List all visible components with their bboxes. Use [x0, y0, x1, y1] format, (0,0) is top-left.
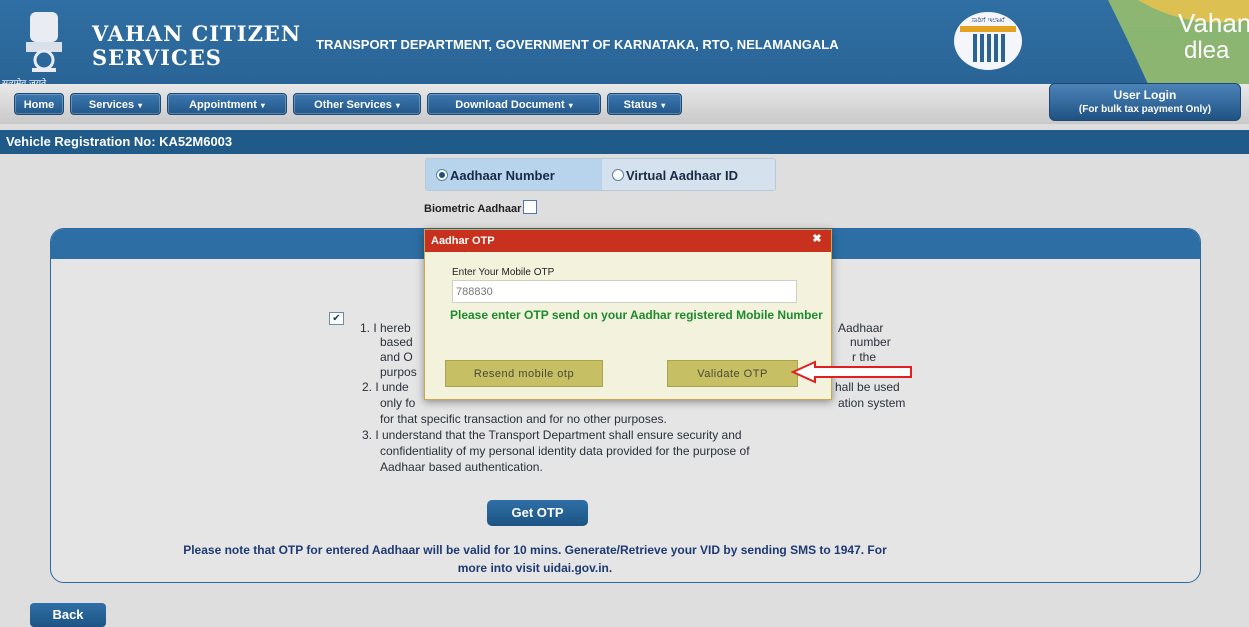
nav-download-document[interactable]: Download Document ▾: [427, 93, 601, 115]
consent-line-7: for that specific transaction and for no…: [380, 412, 667, 426]
consent-line-3-left: and O: [380, 350, 413, 364]
consent-line-4-left: purpos: [380, 365, 417, 379]
consent-line-2-right: number: [850, 335, 891, 349]
chevron-down-icon: ▾: [138, 101, 143, 110]
chevron-down-icon: ▾: [661, 101, 666, 110]
chevron-down-icon: ▾: [568, 101, 573, 110]
user-login-sublabel: (For bulk tax payment Only): [1078, 104, 1212, 115]
department-title: TRANSPORT DEPARTMENT, GOVERNMENT OF KARN…: [316, 37, 839, 52]
consent-line-6-left: only fo: [380, 396, 416, 410]
nav-home-label: Home: [23, 99, 55, 111]
aadhar-otp-dialog: Aadhar OTP ✖ Enter Your Mobile OTP Pleas…: [424, 229, 832, 400]
checkmark-icon: ✔: [332, 313, 341, 324]
vahan-corner-logo: Vahan dlea: [1108, 0, 1249, 84]
consent-line-2-left: based: [380, 335, 413, 349]
nav-status[interactable]: Status ▾: [607, 93, 682, 115]
otp-input[interactable]: [452, 280, 797, 303]
radio-aadhaar-number[interactable]: Aadhaar Number: [426, 159, 602, 190]
otp-validity-note-line-1: Please note that OTP for entered Aadhaar…: [183, 543, 887, 557]
nav-appointment[interactable]: Appointment ▾: [167, 93, 287, 115]
otp-instruction-message: Please enter OTP send on your Aadhar reg…: [450, 308, 823, 322]
get-otp-button[interactable]: Get OTP: [487, 500, 588, 526]
radio-aadhaar-number-label: Aadhaar Number: [450, 168, 555, 183]
nav-home[interactable]: Home: [14, 93, 64, 115]
validate-otp-button[interactable]: Validate OTP: [667, 360, 798, 387]
resend-otp-button[interactable]: Resend mobile otp: [445, 360, 603, 387]
brand-line-2: SERVICES: [92, 45, 222, 70]
back-button[interactable]: Back: [30, 603, 106, 627]
nav-status-label: Status: [623, 99, 658, 111]
vahan-logo-icon: Vahan dlea: [1108, 0, 1249, 84]
consent-line-6-right: ation system: [838, 396, 906, 410]
otp-field-label: Enter Your Mobile OTP: [452, 267, 555, 278]
vehicle-registration-bar: Vehicle Registration No: KA52M6003: [0, 130, 1249, 154]
close-icon[interactable]: ✖: [811, 233, 823, 245]
consent-line-8: 3. I understand that the Transport Depar…: [362, 428, 742, 442]
consent-line-10: Aadhaar based authentication.: [380, 460, 543, 474]
corner-logo-text: Vahan: [1178, 8, 1249, 38]
otp-validity-note: Please note that OTP for entered Aadhaar…: [60, 541, 1010, 577]
otp-validity-note-line-2: more into visit uidai.gov.in.: [457, 561, 613, 575]
nav-download-document-label: Download Document: [455, 99, 565, 111]
consent-checkbox[interactable]: ✔: [329, 312, 344, 325]
site-header: सत्यमेव जयते VAHAN CITIZEN SERVICES TRAN…: [0, 0, 1249, 89]
brand-line-1: VAHAN CITIZEN: [92, 21, 302, 46]
national-emblem-icon: [26, 12, 62, 72]
corner-logo-sub: dlea: [1184, 37, 1230, 64]
radio-virtual-aadhaar-id-label: Virtual Aadhaar ID: [626, 168, 738, 183]
dialog-title: Aadhar OTP: [425, 230, 831, 252]
transport-seal-logo: ಸಾರಿಗೆ ಇಲಾಖೆ: [948, 10, 1028, 72]
consent-line-9: confidentiality of my personal identity …: [380, 444, 750, 458]
auth-type-radio-group: Aadhaar Number Virtual Aadhaar ID: [425, 158, 776, 191]
biometric-aadhaar-checkbox[interactable]: [523, 200, 538, 214]
radio-unselected-icon: [612, 169, 624, 181]
chevron-down-icon: ▾: [395, 101, 400, 110]
seal-label: ಸಾರಿಗೆ ಇಲಾಖೆ: [971, 16, 1005, 24]
nav-services[interactable]: Services ▾: [70, 93, 161, 115]
nav-other-services[interactable]: Other Services ▾: [293, 93, 421, 115]
radio-virtual-aadhaar-id[interactable]: Virtual Aadhaar ID: [602, 159, 775, 190]
biometric-aadhaar-label: Biometric Aadhaar: [424, 203, 522, 215]
nav-appointment-label: Appointment: [189, 99, 257, 111]
transport-seal-icon: ಸಾರಿಗೆ ಇಲಾಖೆ: [954, 12, 1022, 70]
nav-services-label: Services: [88, 99, 135, 111]
user-login-button[interactable]: User Login (For bulk tax payment Only): [1049, 83, 1241, 121]
user-login-label: User Login: [1113, 88, 1177, 102]
radio-selected-icon: [436, 169, 448, 181]
brand-title: VAHAN CITIZEN SERVICES: [92, 22, 301, 70]
annotation-arrow-icon: [791, 360, 912, 384]
biometric-aadhaar-option: Biometric Aadhaar: [424, 200, 538, 215]
nav-other-services-label: Other Services: [314, 99, 392, 111]
consent-line-5-left: 2. I unde: [362, 380, 409, 394]
chevron-down-icon: ▾: [260, 101, 265, 110]
